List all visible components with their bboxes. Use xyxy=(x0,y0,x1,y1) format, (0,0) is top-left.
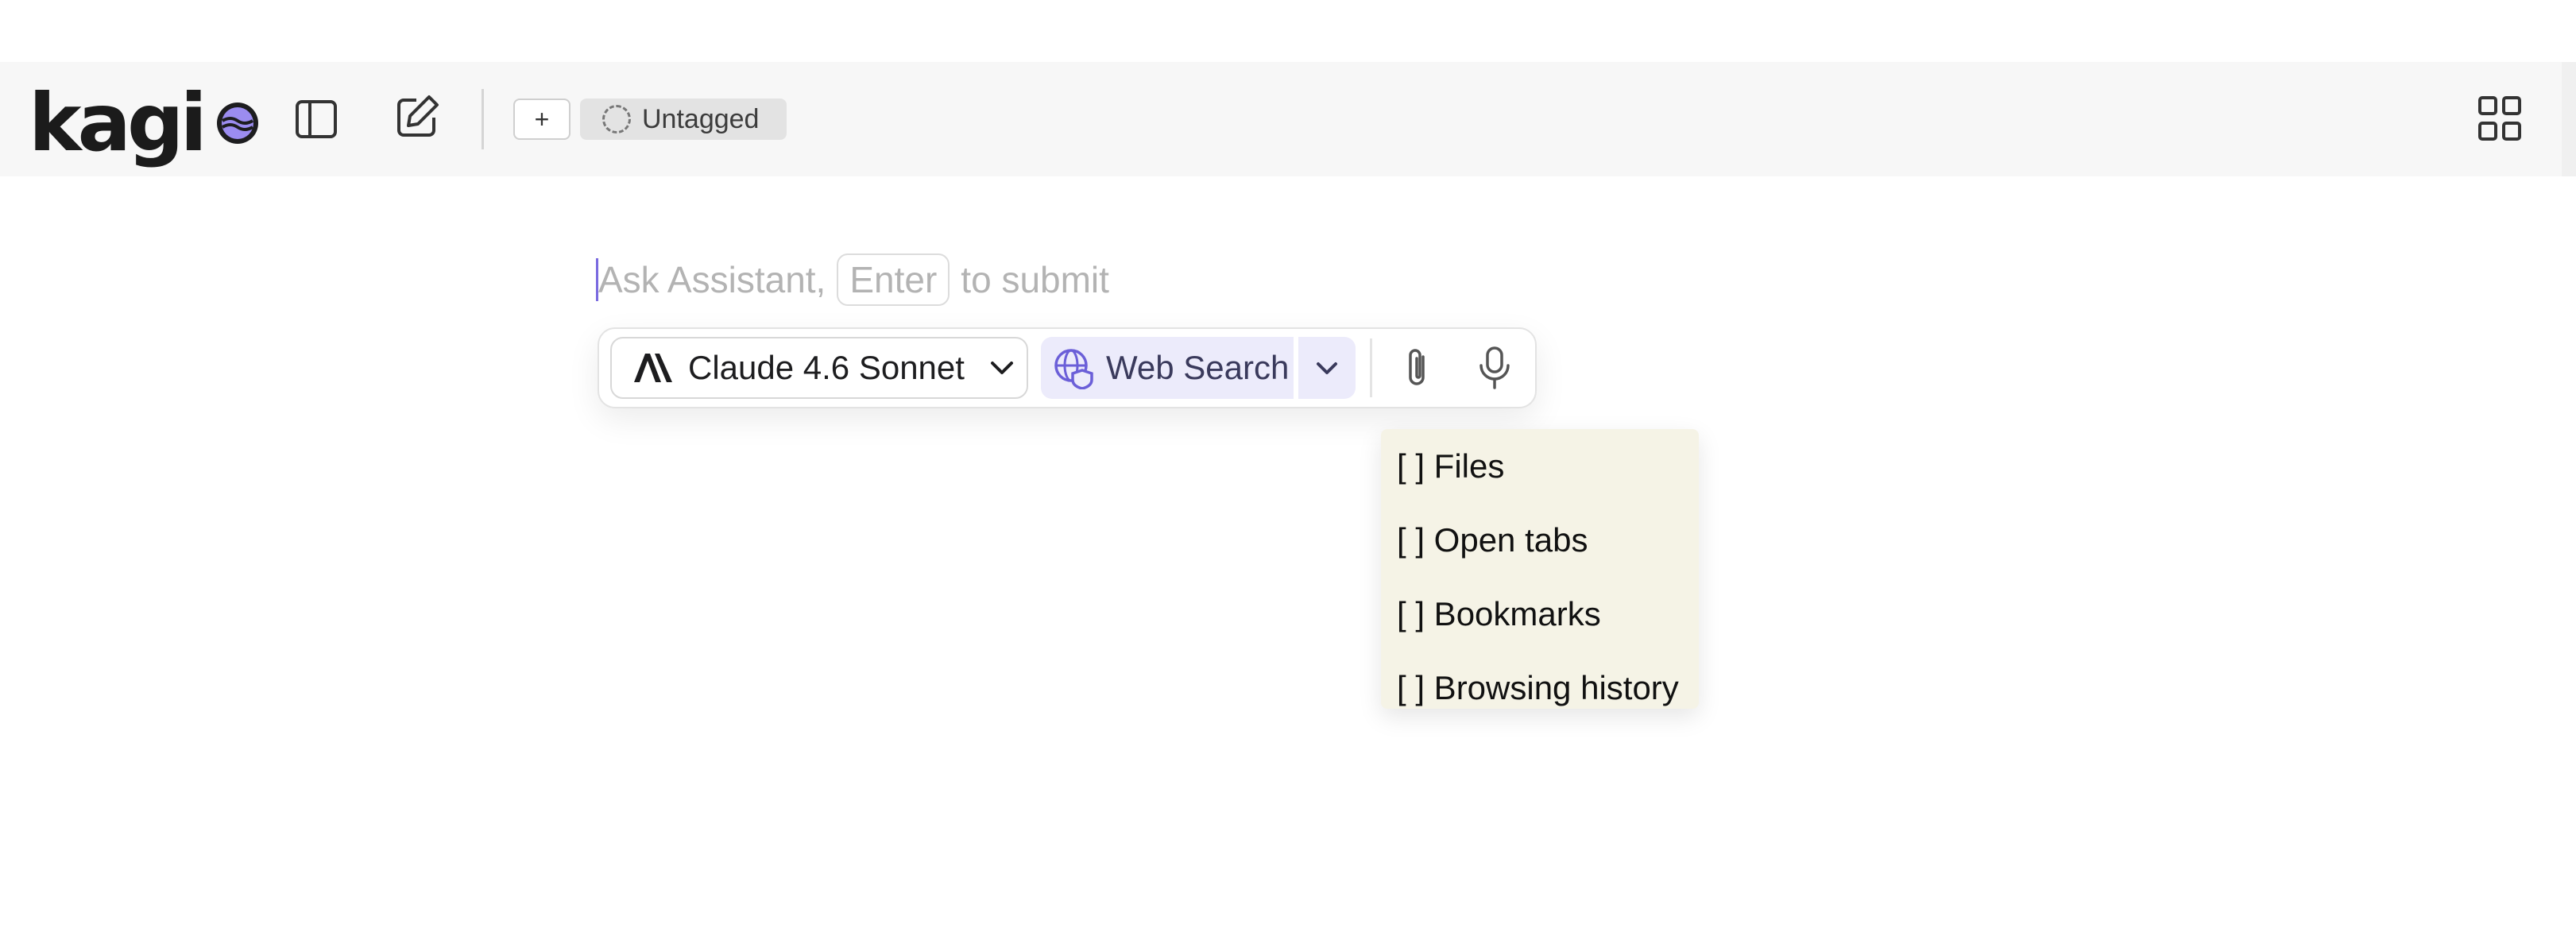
kagi-orb-icon xyxy=(216,102,258,144)
microphone-icon[interactable] xyxy=(1468,342,1521,394)
kagi-logo[interactable]: kagi xyxy=(29,79,261,167)
dropdown-item-open-tabs[interactable]: [ ] Open tabs xyxy=(1381,511,1699,585)
model-label: Claude 4.6 Sonnet xyxy=(688,349,965,386)
web-search-options-toggle[interactable] xyxy=(1298,337,1356,399)
prompt-input[interactable]: Ask Assistant, Enter to submit xyxy=(596,251,1109,308)
toolbar xyxy=(0,62,2576,176)
composer-bar: Claude 4.6 Sonnet Web Search xyxy=(598,327,1537,408)
dropdown-item-browsing-history[interactable]: [ ] Browsing history xyxy=(1381,659,1699,733)
composer-divider xyxy=(1370,338,1372,397)
paperclip-icon[interactable] xyxy=(1390,342,1443,394)
placeholder-start: Ask Assistant, xyxy=(598,259,826,300)
dropdown-item-bookmarks[interactable]: [ ] Bookmarks xyxy=(1381,585,1699,659)
top-strip xyxy=(0,0,2576,62)
model-select-button[interactable]: Claude 4.6 Sonnet xyxy=(610,337,1028,399)
edit-icon[interactable] xyxy=(393,91,443,141)
grid-icon[interactable] xyxy=(2477,95,2522,141)
anthropic-icon xyxy=(634,354,672,382)
tag-chip-untagged[interactable]: Untagged xyxy=(580,99,787,140)
toolbar-divider xyxy=(482,89,484,149)
chevron-down-icon xyxy=(1317,362,1337,374)
tag-label: Untagged xyxy=(642,103,760,134)
context-source-dropdown: [ ] Files [ ] Open tabs [ ] Bookmarks [ … xyxy=(1381,429,1699,709)
add-tag-button[interactable]: + xyxy=(513,99,571,140)
placeholder-end: to submit xyxy=(961,259,1109,300)
enter-key-hint: Enter xyxy=(837,253,950,306)
sidebar-toggle-icon[interactable] xyxy=(291,94,342,145)
logo-wordmark: kagi xyxy=(29,76,207,169)
globe-shield-icon xyxy=(1054,349,1093,389)
scrollbar-track[interactable] xyxy=(2562,62,2576,176)
web-search-button[interactable]: Web Search xyxy=(1041,337,1294,399)
web-search-label: Web Search xyxy=(1106,349,1290,386)
dashed-circle-icon xyxy=(602,105,631,133)
chevron-down-icon xyxy=(990,362,1013,374)
dropdown-item-files[interactable]: [ ] Files xyxy=(1381,437,1699,511)
